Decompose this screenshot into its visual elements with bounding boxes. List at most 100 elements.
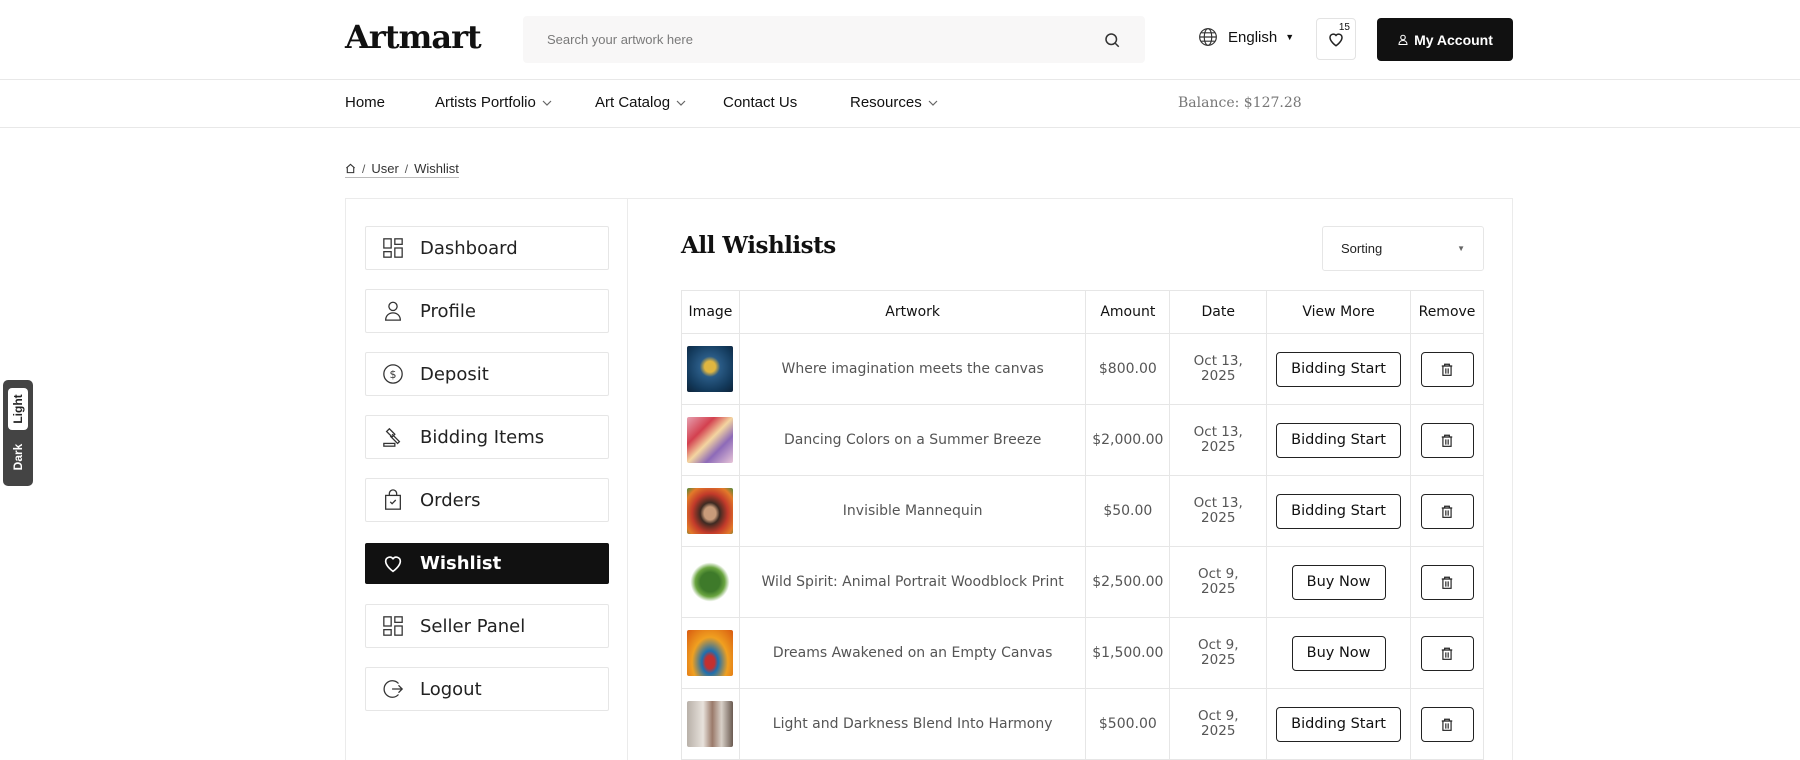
my-account-label: My Account [1414,31,1493,48]
date-cell: Oct 13, 2025 [1169,333,1268,405]
artwork-thumbnail[interactable] [687,417,734,463]
nav-home[interactable]: Home [345,94,385,111]
nav-label: Home [345,94,386,111]
remove-button[interactable] [1420,493,1474,529]
remove-button[interactable] [1420,564,1474,600]
search-input[interactable] [547,32,1103,47]
remove-button[interactable] [1420,422,1474,458]
artwork-title[interactable]: Light and Darkness Blend Into Harmony [738,688,1087,760]
view-more-cell: Buy Now [1266,617,1412,689]
date-cell: Oct 9, 2025 [1169,617,1268,689]
artwork-title[interactable]: Invisible Mannequin [738,475,1087,547]
nav-label: Resources [850,94,922,111]
breadcrumb: / User / Wishlist [345,161,459,178]
remove-button[interactable] [1420,635,1474,671]
remove-cell [1410,475,1484,547]
bidding-start-button[interactable]: Bidding Start [1276,706,1401,742]
breadcrumb-separator: / [404,161,409,176]
artwork-thumbnail[interactable] [687,701,734,747]
remove-button[interactable] [1420,351,1474,387]
nav-artists-portfolio[interactable]: Artists Portfolio [435,94,552,111]
nav-contact-us[interactable]: Contact Us [723,94,797,111]
trash-icon [1441,505,1453,518]
gavel-icon [383,427,401,447]
chevron-down-icon [542,100,552,106]
trash-icon [1441,576,1453,589]
nav-label: Art Catalog [595,94,671,111]
view-more-cell: Buy Now [1266,546,1412,618]
date-cell: Oct 9, 2025 [1169,688,1268,760]
globe-icon [1199,28,1217,46]
dashboard-icon [383,616,403,636]
sorting-select[interactable]: Sorting ▼ [1322,226,1484,271]
dollar-coin-icon: $ [383,364,403,384]
trash-icon [1441,647,1453,660]
theme-dark-label[interactable]: Dark [11,444,25,471]
site-logo[interactable]: Artmart [345,18,482,56]
artwork-title[interactable]: Where imagination meets the canvas [738,333,1087,405]
breadcrumb-current: Wishlist [414,161,459,176]
sidebar-item-label: Seller Panel [420,615,526,637]
remove-button[interactable] [1420,706,1474,742]
artwork-thumbnail[interactable] [687,488,734,534]
trash-icon [1441,718,1453,731]
view-more-cell: Bidding Start [1266,475,1412,547]
sidebar-item-label: Profile [420,300,476,322]
date-line: Oct 9, [1197,708,1239,724]
artwork-thumbnail[interactable] [687,630,734,676]
breadcrumb-separator: / [362,161,366,176]
sidebar-item-label: Bidding Items [420,426,545,448]
artwork-title[interactable]: Dancing Colors on a Summer Breeze [738,404,1087,476]
view-more-cell: Bidding Start [1266,333,1412,405]
heart-icon [384,555,402,572]
wishlist-content: All Wishlists Sorting ▼ Image Artwork Am… [628,199,1512,760]
date-line: 2025 [1201,510,1236,526]
dashboard-panel: Dashboard Profile $ Deposit Bidding Item… [345,198,1513,760]
artwork-title[interactable]: Wild Spirit: Animal Portrait Woodblock P… [738,546,1087,618]
home-icon[interactable] [345,163,356,174]
nav-resources[interactable]: Resources [850,94,938,111]
artwork-title[interactable]: Dreams Awakened on an Empty Canvas [738,617,1087,689]
wishlist-button[interactable]: 15 [1316,18,1356,60]
sidebar-item-profile[interactable]: Profile [365,289,609,333]
language-selector[interactable]: English ▼ [1198,27,1294,47]
theme-toggle[interactable]: Light Dark [3,380,33,486]
amount-cell: $500.00 [1085,688,1171,760]
theme-light-label: Light [11,394,25,424]
remove-cell [1410,688,1484,760]
buy-now-button[interactable]: Buy Now [1291,564,1386,600]
sidebar-item-orders[interactable]: Orders [365,478,609,522]
image-cell [681,546,740,618]
sidebar-item-wishlist[interactable]: Wishlist [365,543,609,584]
sidebar-item-logout[interactable]: Logout [365,667,609,711]
table-row: Dancing Colors on a Summer Breeze $2,000… [681,404,1484,476]
sidebar-item-label: Logout [420,678,482,700]
image-cell [681,617,740,689]
artwork-thumbnail[interactable] [687,559,734,605]
nav-art-catalog[interactable]: Art Catalog [595,94,686,111]
amount-cell: $800.00 [1085,333,1171,405]
buy-now-button[interactable]: Buy Now [1291,635,1386,671]
bidding-start-button[interactable]: Bidding Start [1276,422,1401,458]
bidding-start-button[interactable]: Bidding Start [1276,493,1401,529]
search-icon[interactable] [1103,31,1121,49]
sidebar-item-deposit[interactable]: $ Deposit [365,352,609,396]
bidding-start-button[interactable]: Bidding Start [1276,351,1401,387]
chevron-down-icon [928,100,938,106]
sidebar-item-seller-panel[interactable]: Seller Panel [365,604,609,648]
amount-cell: $2,500.00 [1085,546,1171,618]
date-line: 2025 [1201,581,1236,597]
date-line: 2025 [1201,723,1236,739]
amount-cell: $2,000.00 [1085,404,1171,476]
date-line: Oct 9, [1197,637,1239,653]
column-header-artwork: Artwork [738,290,1087,334]
image-cell [681,688,740,760]
column-header-remove: Remove [1410,290,1484,334]
sidebar-item-bidding-items[interactable]: Bidding Items [365,415,609,459]
breadcrumb-user[interactable]: User [371,161,398,176]
my-account-button[interactable]: My Account [1377,18,1513,61]
artwork-thumbnail[interactable] [687,346,734,392]
table-row: Light and Darkness Blend Into Harmony $5… [681,688,1484,760]
wishlist-count-badge: 15 [1338,22,1350,33]
sidebar-item-dashboard[interactable]: Dashboard [365,226,609,270]
